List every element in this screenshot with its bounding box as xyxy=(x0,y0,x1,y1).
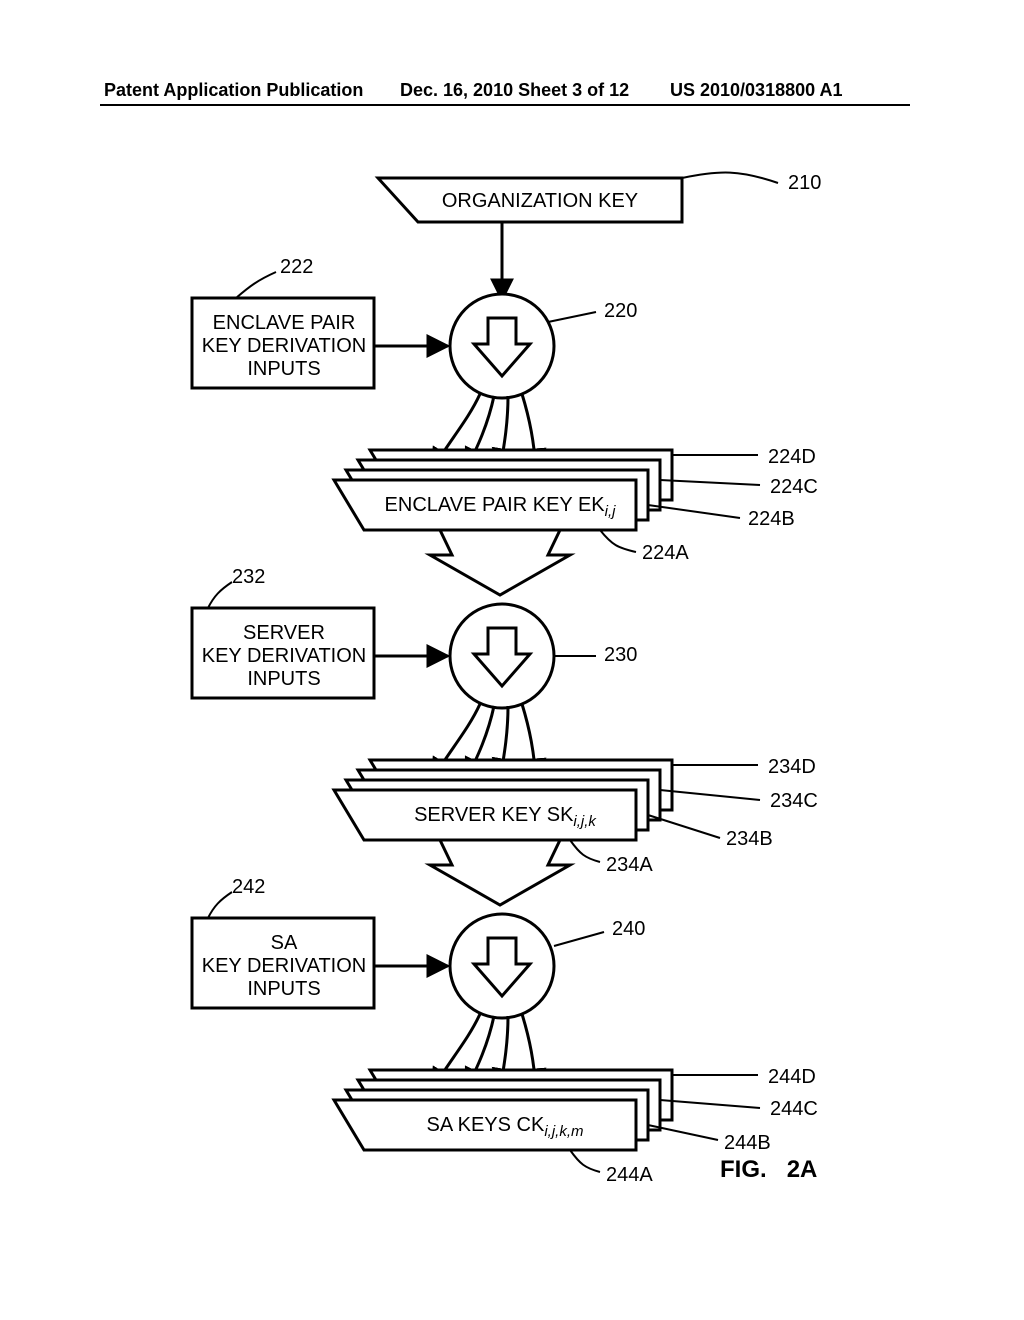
ref-244d: 244D xyxy=(768,1066,816,1089)
enclave-key-sub: i,j xyxy=(605,503,616,520)
enclave-key-prefix: ENCLAVE PAIR KEY EK xyxy=(385,494,605,516)
server-key-label: SERVER KEY SKi,j,k xyxy=(380,804,630,830)
ref-234d: 234D xyxy=(768,756,816,779)
ref-222: 222 xyxy=(280,256,313,279)
enclave-inputs-l2: KEY DERIVATION xyxy=(202,335,366,357)
enclave-inputs-l1: ENCLAVE PAIR xyxy=(213,312,356,334)
ref-224d: 224D xyxy=(768,446,816,469)
ref-234c: 234C xyxy=(770,790,818,813)
enclave-inputs-box: ENCLAVE PAIR KEY DERIVATION INPUTS xyxy=(198,312,370,381)
server-inputs-box: SERVER KEY DERIVATION INPUTS xyxy=(198,622,370,691)
ref-244c: 244C xyxy=(770,1098,818,1121)
ref-244b: 244B xyxy=(724,1132,771,1155)
ref-220: 220 xyxy=(604,300,637,323)
ref-224c: 224C xyxy=(770,476,818,499)
server-key-prefix: SERVER KEY SK xyxy=(414,804,573,826)
ref-244a: 244A xyxy=(606,1164,653,1187)
server-inputs-l2: KEY DERIVATION xyxy=(202,645,366,667)
ref-224a: 224A xyxy=(642,542,689,565)
server-inputs-l3: INPUTS xyxy=(247,668,320,690)
page-root: Patent Application Publication Dec. 16, … xyxy=(0,0,1024,1320)
ref-240: 240 xyxy=(612,918,645,941)
server-key-sub: i,j,k xyxy=(573,813,596,830)
sa-inputs-l1: SA xyxy=(271,932,298,954)
sa-key-sub: i,j,k,m xyxy=(544,1123,583,1140)
ref-210: 210 xyxy=(788,172,821,195)
figure-label: FIG. 2A xyxy=(720,1156,817,1184)
server-inputs-l1: SERVER xyxy=(243,622,325,644)
figure-num: 2A xyxy=(787,1156,818,1183)
sa-inputs-box: SA KEY DERIVATION INPUTS xyxy=(198,932,370,1001)
ref-232: 232 xyxy=(232,566,265,589)
ref-230: 230 xyxy=(604,644,637,667)
ref-234a: 234A xyxy=(606,854,653,877)
enclave-inputs-l3: INPUTS xyxy=(247,358,320,380)
enclave-key-label: ENCLAVE PAIR KEY EKi,j xyxy=(370,494,630,520)
sa-inputs-l2: KEY DERIVATION xyxy=(202,955,366,977)
ref-224b: 224B xyxy=(748,508,795,531)
ref-234b: 234B xyxy=(726,828,773,851)
ref-242: 242 xyxy=(232,876,265,899)
sa-key-label: SA KEYS CKi,j,k,m xyxy=(380,1114,630,1140)
organization-key-label: ORGANIZATION KEY xyxy=(420,190,660,213)
figure-prefix: FIG. xyxy=(720,1156,767,1183)
sa-inputs-l3: INPUTS xyxy=(247,978,320,1000)
sa-key-prefix: SA KEYS CK xyxy=(426,1114,544,1136)
